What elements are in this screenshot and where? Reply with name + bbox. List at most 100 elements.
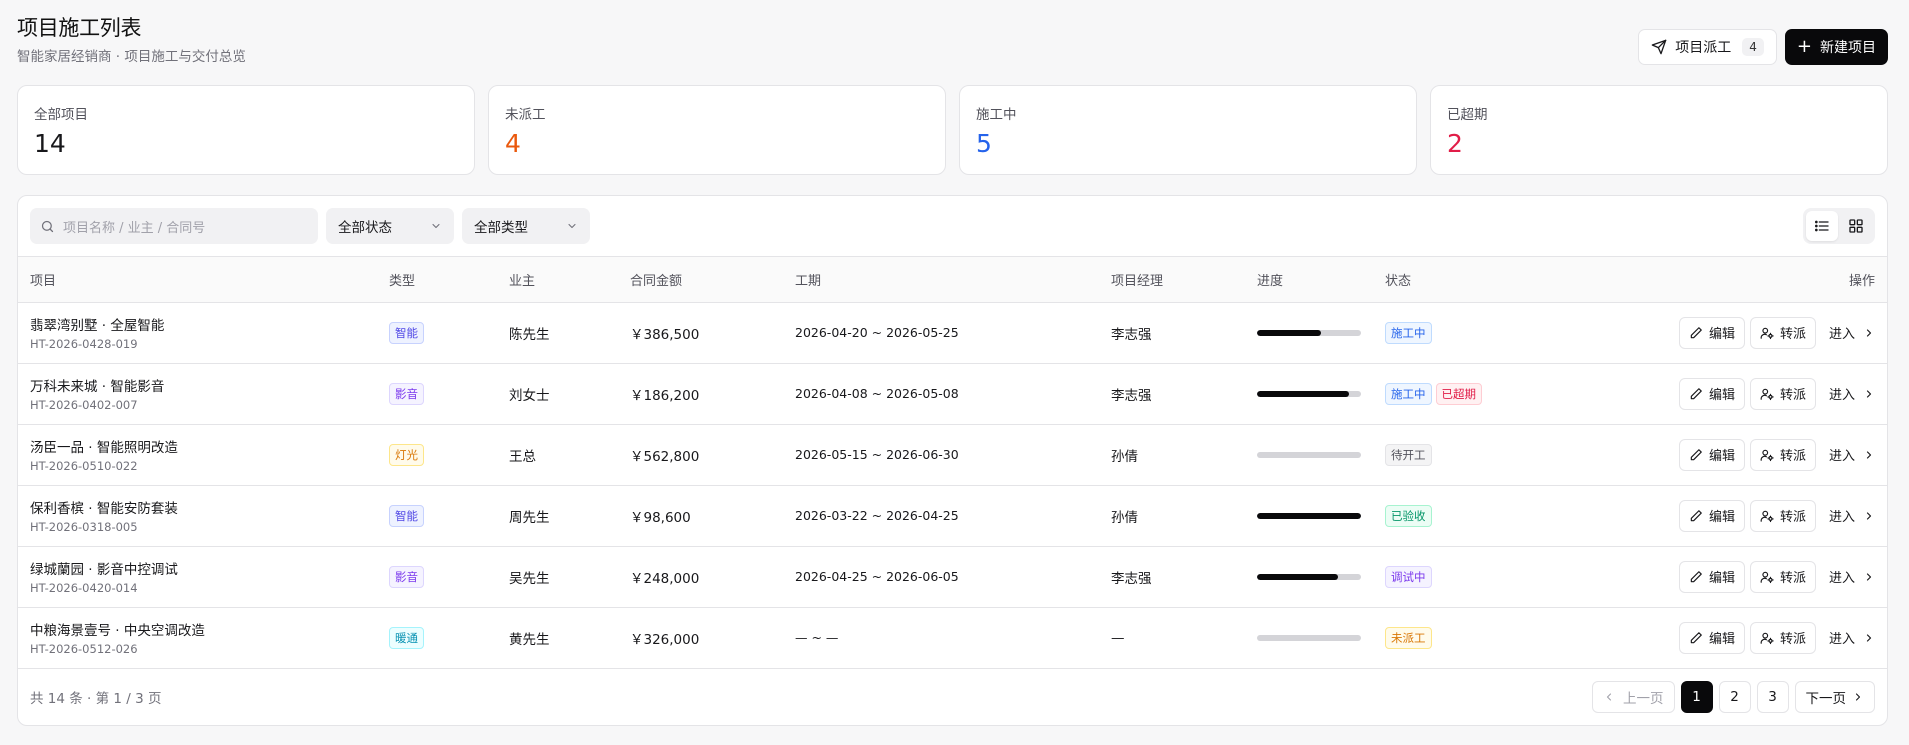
row-actions: 编辑 转派 进入 (1545, 499, 1887, 532)
page-button-3[interactable]: 3 (1756, 680, 1789, 713)
status-badge: 已验收 (1385, 504, 1432, 527)
grid-view-button[interactable] (1840, 211, 1872, 241)
progress-bar (1257, 390, 1361, 397)
cell-status: 施工中 (1385, 302, 1545, 364)
cell-period: 2026-04-25 ~ 2026-06-05 (795, 546, 1111, 608)
prev-page-button[interactable]: 上一页 (1592, 680, 1675, 713)
col-header-period: 工期 (795, 257, 1111, 303)
type-tag: 智能 (389, 321, 424, 344)
cell-project: 保利香槟 · 智能安防套装 HT-2026-0318-005 (18, 485, 389, 547)
enter-label: 进入 (1828, 449, 1855, 464)
status-badge: 施工中 (1385, 321, 1432, 344)
col-header-name: 项目 (18, 257, 389, 303)
user-cog-icon (1760, 571, 1774, 583)
project-name: 绿城蘭园 · 影音中控调试 (30, 562, 178, 578)
type-filter-select[interactable]: 全部类型 (462, 208, 590, 244)
cell-manager: 李志强 (1111, 363, 1257, 425)
edit-button[interactable]: 编辑 (1678, 438, 1745, 471)
cell-manager: — (1111, 607, 1257, 669)
edit-button[interactable]: 编辑 (1678, 316, 1745, 349)
cell-ops: 编辑 转派 进入 (1545, 302, 1887, 364)
reassign-button[interactable]: 转派 (1749, 560, 1816, 593)
cell-progress (1257, 607, 1385, 669)
enter-label: 进入 (1828, 327, 1855, 342)
cell-owner: 陈先生 (509, 302, 630, 364)
enter-link[interactable]: 进入 (1821, 445, 1875, 464)
cell-period: 2026-04-08 ~ 2026-05-08 (795, 363, 1111, 425)
reassign-button[interactable]: 转派 (1749, 621, 1816, 654)
table-row: 翡翠湾别墅 · 全屋智能 HT-2026-0428-019 智能 陈先生 ￥38… (18, 302, 1887, 364)
edit-label: 编辑 (1708, 571, 1735, 586)
cell-ops: 编辑 转派 进入 (1545, 424, 1887, 486)
search-input[interactable]: 项目名称 / 业主 / 合同号 (30, 208, 318, 244)
project-name: 汤臣一品 · 智能照明改造 (30, 440, 178, 456)
project-name: 中粮海景壹号 · 中央空调改造 (30, 623, 205, 639)
page-button-2[interactable]: 2 (1718, 680, 1751, 713)
row-actions: 编辑 转派 进入 (1545, 560, 1887, 593)
type-tag: 影音 (389, 565, 424, 588)
table-row: 绿城蘭园 · 影音中控调试 HT-2026-0420-014 影音 吴先生 ￥2… (18, 546, 1887, 608)
reassign-button[interactable]: 转派 (1749, 438, 1816, 471)
edit-label: 编辑 (1708, 632, 1735, 647)
status-tags: 施工中 已超期 (1385, 382, 1545, 405)
table-footer: 共 14 条 · 第 1 / 3 页 上一页 1 2 3 下一页 (18, 669, 1887, 725)
reassign-button[interactable]: 转派 (1749, 316, 1816, 349)
row-actions: 编辑 转派 进入 (1545, 438, 1887, 471)
next-page-button[interactable]: 下一页 (1794, 680, 1875, 713)
cell-status: 施工中 已超期 (1385, 363, 1545, 425)
cell-period: 2026-05-15 ~ 2026-06-30 (795, 424, 1111, 486)
list-icon (1815, 220, 1829, 232)
page-button-1[interactable]: 1 (1680, 680, 1713, 713)
cell-progress (1257, 485, 1385, 547)
cell-owner: 周先生 (509, 485, 630, 547)
enter-link[interactable]: 进入 (1821, 567, 1875, 586)
table-row: 万科未来城 · 智能影音 HT-2026-0402-007 影音 刘女士 ￥18… (18, 363, 1887, 425)
prev-page-label: 上一页 (1623, 690, 1664, 707)
page-title: 项目施工列表 (17, 16, 142, 40)
edit-label: 编辑 (1708, 327, 1735, 342)
enter-link[interactable]: 进入 (1821, 506, 1875, 525)
cell-owner: 黄先生 (509, 607, 630, 669)
reassign-button[interactable]: 转派 (1749, 377, 1816, 410)
edit-button[interactable]: 编辑 (1678, 621, 1745, 654)
stat-card-in-progress: 施工中 5 (959, 85, 1417, 175)
cell-ops: 编辑 转派 进入 (1545, 546, 1887, 608)
user-cog-icon (1760, 632, 1774, 644)
pencil-icon (1690, 326, 1702, 338)
header-actions: 项目派工 4 + 新建项目 (1638, 29, 1888, 65)
cell-owner: 刘女士 (509, 363, 630, 425)
project-name: 保利香槟 · 智能安防套装 (30, 501, 178, 517)
type-tag: 影音 (389, 382, 424, 405)
stat-label: 已超期 (1447, 107, 1488, 123)
stat-card-total: 全部项目 14 (17, 85, 475, 175)
stats-cards: 全部项目 14 未派工 4 施工中 5 已超期 2 (17, 85, 1888, 175)
new-project-button[interactable]: + 新建项目 (1784, 29, 1888, 65)
table-body: 翡翠湾别墅 · 全屋智能 HT-2026-0428-019 智能 陈先生 ￥38… (18, 302, 1887, 669)
cell-type: 智能 (389, 302, 509, 364)
contract-code: HT-2026-0420-014 (30, 581, 138, 595)
col-header-progress: 进度 (1257, 257, 1385, 303)
contract-code: HT-2026-0510-022 (30, 459, 138, 473)
progress-bar (1257, 634, 1361, 641)
progress-bar (1257, 573, 1361, 580)
cell-amount: ￥562,800 (630, 424, 795, 486)
edit-button[interactable]: 编辑 (1678, 499, 1745, 532)
edit-label: 编辑 (1708, 388, 1735, 403)
user-cog-icon (1760, 449, 1774, 461)
status-filter-select[interactable]: 全部状态 (326, 208, 454, 244)
list-view-button[interactable] (1806, 211, 1838, 241)
reassign-button[interactable]: 转派 (1749, 499, 1816, 532)
edit-button[interactable]: 编辑 (1678, 377, 1745, 410)
enter-link[interactable]: 进入 (1821, 384, 1875, 403)
progress-fill (1257, 329, 1322, 336)
dispatch-button[interactable]: 项目派工 4 (1638, 29, 1777, 65)
edit-label: 编辑 (1708, 449, 1735, 464)
edit-button[interactable]: 编辑 (1678, 560, 1745, 593)
status-tags: 未派工 (1385, 626, 1545, 649)
cell-progress (1257, 546, 1385, 608)
enter-link[interactable]: 进入 (1821, 628, 1875, 647)
enter-link[interactable]: 进入 (1821, 323, 1875, 342)
row-actions: 编辑 转派 进入 (1545, 316, 1887, 349)
stat-label: 施工中 (976, 107, 1017, 123)
reassign-label: 转派 (1779, 571, 1806, 586)
